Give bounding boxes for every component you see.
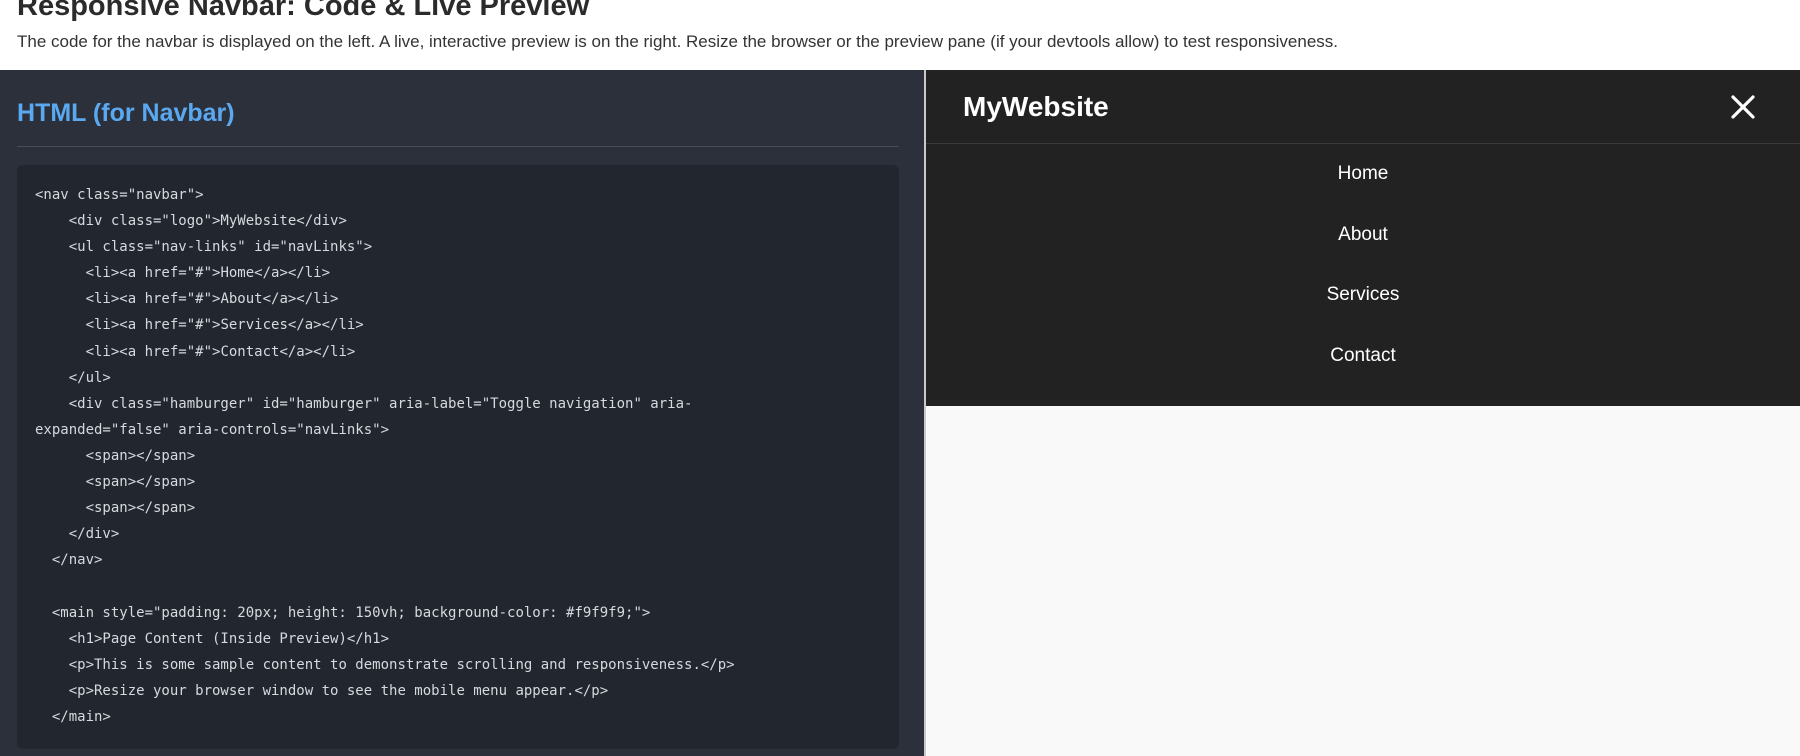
nav-link-home[interactable]: Home bbox=[1338, 162, 1389, 186]
code-text[interactable]: <nav class="navbar"> <div class="logo">M… bbox=[35, 182, 885, 730]
live-preview-pane: MyWebsite Home About Services Contact bbox=[926, 70, 1800, 756]
nav-item-home: Home bbox=[926, 144, 1800, 204]
nav-link-about[interactable]: About bbox=[1338, 223, 1388, 247]
code-pane: HTML (for Navbar) <nav class="navbar"> <… bbox=[0, 70, 924, 756]
close-menu-button[interactable] bbox=[1726, 90, 1760, 124]
nav-link-services[interactable]: Services bbox=[1327, 283, 1400, 307]
code-block[interactable]: <nav class="navbar"> <div class="logo">M… bbox=[17, 165, 899, 749]
nav-item-contact: Contact bbox=[926, 326, 1800, 386]
page-header: Responsive Navbar: Code & Live Preview T… bbox=[0, 0, 1800, 70]
mobile-nav-menu: Home About Services Contact bbox=[926, 144, 1800, 406]
nav-item-about: About bbox=[926, 205, 1800, 265]
code-heading: HTML (for Navbar) bbox=[17, 99, 235, 127]
code-divider bbox=[17, 146, 899, 147]
close-x-icon bbox=[1731, 95, 1755, 119]
page-subtitle: The code for the navbar is displayed on … bbox=[17, 32, 1339, 51]
preview-navbar: MyWebsite bbox=[926, 70, 1800, 144]
nav-link-contact[interactable]: Contact bbox=[1330, 344, 1395, 368]
page-title: Responsive Navbar: Code & Live Preview bbox=[17, 0, 590, 22]
nav-item-services: Services bbox=[926, 265, 1800, 325]
navbar-logo[interactable]: MyWebsite bbox=[963, 90, 1109, 124]
